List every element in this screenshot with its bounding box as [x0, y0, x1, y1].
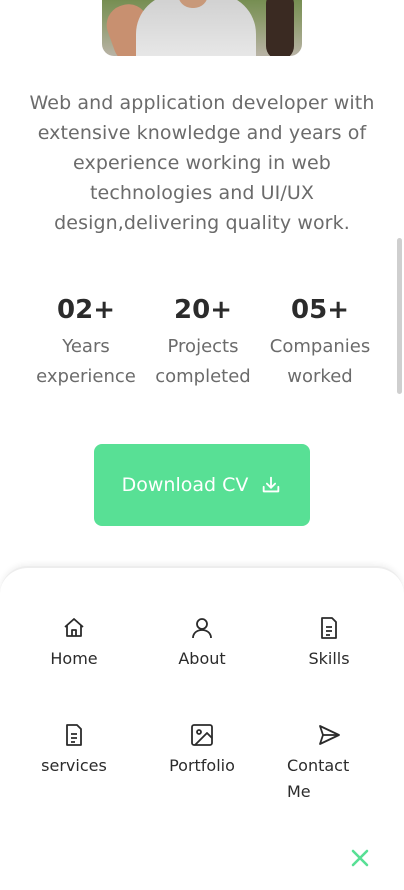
download-icon [263, 476, 280, 493]
home-icon [64, 618, 84, 637]
menu-item-about[interactable]: About [142, 616, 262, 672]
bio-text: Web and application developer with exten… [29, 92, 375, 234]
menu-label: Skills [308, 649, 350, 668]
stat-label: Years experience [36, 336, 136, 387]
menu-item-home[interactable]: Home [14, 616, 134, 672]
menu-label: Portfolio [169, 756, 235, 775]
download-cv-label: Download CV [121, 474, 249, 496]
stat-companies: 05+ Companies worked [264, 292, 376, 392]
file-icon [66, 724, 82, 746]
nav-menu: Home About Skills services Portfolio Con… [0, 566, 404, 890]
stats-row: 02+ Years experience 20+ Projects comple… [30, 292, 376, 392]
stat-projects: 20+ Projects completed [147, 292, 259, 392]
menu-label: About [178, 649, 226, 668]
download-cv-button[interactable]: Download CV [94, 444, 310, 526]
send-icon [319, 725, 340, 745]
scrollbar[interactable] [397, 238, 402, 394]
stat-value: 05+ [291, 295, 349, 325]
menu-item-portfolio[interactable]: Portfolio [142, 723, 262, 779]
user-icon [192, 618, 212, 639]
stat-value: 20+ [174, 295, 232, 325]
close-icon[interactable] [350, 848, 370, 868]
menu-label: services [41, 756, 107, 775]
menu-label: Contact Me [287, 756, 350, 801]
menu-label: Home [50, 649, 98, 668]
menu-item-services[interactable]: services [14, 723, 134, 779]
stat-value: 02+ [57, 295, 115, 325]
image-icon [191, 724, 213, 746]
stat-label: Companies worked [269, 336, 371, 387]
file-icon [321, 617, 337, 639]
stat-years: 02+ Years experience [30, 292, 142, 392]
stat-label: Projects completed [155, 336, 251, 387]
menu-item-skills[interactable]: Skills [269, 616, 389, 672]
menu-item-contact[interactable]: Contact Me [287, 723, 404, 805]
profile-photo [102, 0, 302, 56]
